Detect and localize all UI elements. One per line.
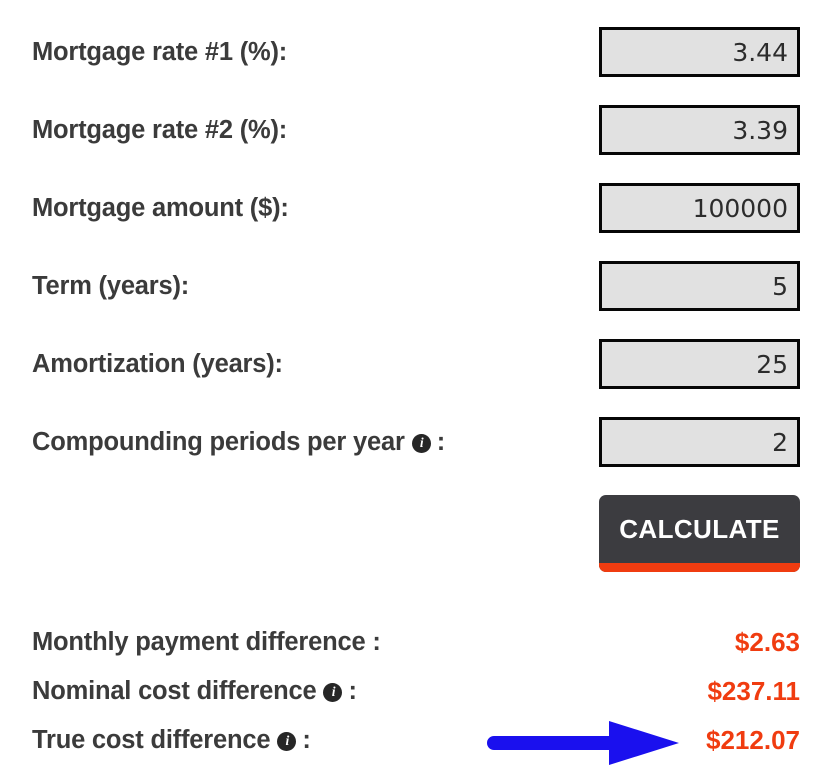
calculate-button-underline (599, 563, 800, 572)
label-text: Nominal cost difference (32, 676, 317, 705)
result-row: Monthly payment difference : $2.63 (0, 620, 835, 664)
mortgage-rate-1-label: Mortgage rate #1 (%): (32, 27, 287, 77)
form-row: Mortgage rate #1 (%): (0, 27, 835, 77)
info-icon[interactable]: i (411, 433, 431, 453)
mortgage-amount-input[interactable] (599, 183, 800, 233)
form-row: Amortization (years): (0, 339, 835, 389)
monthly-payment-difference-label: Monthly payment difference : (32, 620, 381, 664)
info-icon[interactable]: i (323, 682, 343, 702)
mortgage-rate-2-input[interactable] (599, 105, 800, 155)
info-icon-glyph: i (285, 732, 290, 748)
result-row: Nominal cost difference i: $237.11 (0, 669, 835, 713)
mortgage-rate-1-input[interactable] (599, 27, 800, 77)
label-text: Amortization (years): (32, 349, 283, 378)
blue-annotation-arrow-icon (487, 721, 679, 765)
amortization-years-input[interactable] (599, 339, 800, 389)
calculate-button[interactable]: CALCULATE (599, 495, 800, 572)
amortization-years-label: Amortization (years): (32, 339, 283, 389)
form-row: Mortgage amount ($): (0, 183, 835, 233)
form-row: Compounding periods per year i: (0, 417, 835, 467)
term-years-label: Term (years): (32, 261, 189, 311)
label-text: Mortgage amount ($): (32, 193, 289, 222)
label-text: True cost difference (32, 725, 271, 754)
label-colon: : (348, 676, 357, 705)
label-colon: : (302, 725, 311, 754)
label-text: Compounding periods per year (32, 427, 405, 456)
info-icon-glyph: i (419, 434, 424, 450)
true-cost-difference-value: $212.07 (706, 724, 800, 755)
form-row: Mortgage rate #2 (%): (0, 105, 835, 155)
mortgage-amount-label: Mortgage amount ($): (32, 183, 289, 233)
compounding-periods-input[interactable] (599, 417, 800, 467)
monthly-payment-difference-value: $2.63 (734, 626, 800, 657)
calculate-button-label: CALCULATE (619, 513, 780, 544)
label-text: Mortgage rate #2 (%): (32, 115, 288, 144)
label-text: Mortgage rate #1 (%): (32, 37, 288, 66)
result-row: True cost difference i: $212.07 (0, 718, 835, 762)
true-cost-difference-label: True cost difference i: (32, 718, 311, 762)
form-row: Term (years): (0, 261, 835, 311)
info-icon-glyph: i (331, 683, 336, 699)
term-years-input[interactable] (599, 261, 800, 311)
nominal-cost-difference-value: $237.11 (707, 675, 800, 706)
nominal-cost-difference-label: Nominal cost difference i: (32, 669, 357, 713)
label-text: Monthly payment difference : (32, 627, 381, 656)
label-colon: : (436, 427, 446, 456)
info-icon[interactable]: i (277, 731, 297, 751)
mortgage-rate-2-label: Mortgage rate #2 (%): (32, 105, 287, 155)
label-text: Term (years): (32, 271, 190, 300)
compounding-periods-label: Compounding periods per year i: (32, 417, 445, 467)
